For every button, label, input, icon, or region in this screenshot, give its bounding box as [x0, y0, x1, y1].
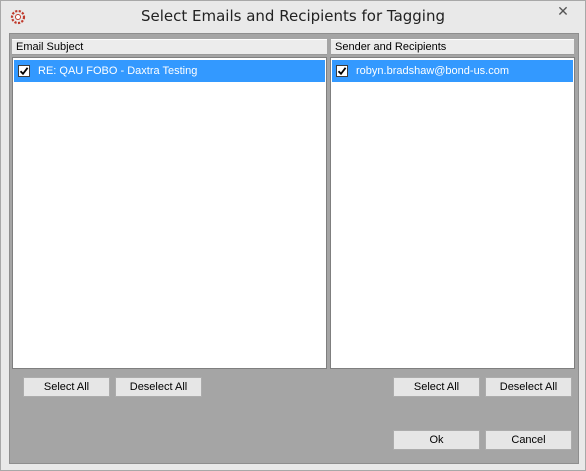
list-item[interactable]: robyn.bradshaw@bond-us.com [332, 60, 573, 82]
recipients-list[interactable]: robyn.bradshaw@bond-us.com [330, 57, 575, 369]
title-bar[interactable]: Select Emails and Recipients for Tagging… [1, 1, 585, 33]
email-subject-header[interactable]: Email Subject [12, 39, 327, 55]
ok-button[interactable]: Ok [393, 430, 480, 450]
left-select-all-button[interactable]: Select All [23, 377, 110, 397]
email-subject-list[interactable]: RE: QAU FOBO - Daxtra Testing [12, 57, 327, 369]
close-button[interactable]: ✕ [549, 2, 577, 22]
email-item-label: RE: QAU FOBO - Daxtra Testing [38, 65, 198, 77]
right-deselect-all-button[interactable]: Deselect All [485, 377, 572, 397]
email-item-checkbox[interactable] [18, 65, 30, 77]
recipient-item-checkbox[interactable] [336, 65, 348, 77]
recipient-item-label: robyn.bradshaw@bond-us.com [356, 65, 510, 77]
dialog-body: Email Subject RE: QAU FOBO - Daxtra Test… [9, 33, 579, 464]
window-title: Select Emails and Recipients for Tagging [140, 7, 445, 25]
left-deselect-all-button[interactable]: Deselect All [115, 377, 202, 397]
list-item[interactable]: RE: QAU FOBO - Daxtra Testing [14, 60, 325, 82]
sender-recipients-header[interactable]: Sender and Recipients [331, 39, 574, 55]
dialog-window: Select Emails and Recipients for Tagging… [0, 0, 586, 471]
cancel-button[interactable]: Cancel [485, 430, 572, 450]
right-select-all-button[interactable]: Select All [393, 377, 480, 397]
close-icon: ✕ [557, 3, 569, 19]
